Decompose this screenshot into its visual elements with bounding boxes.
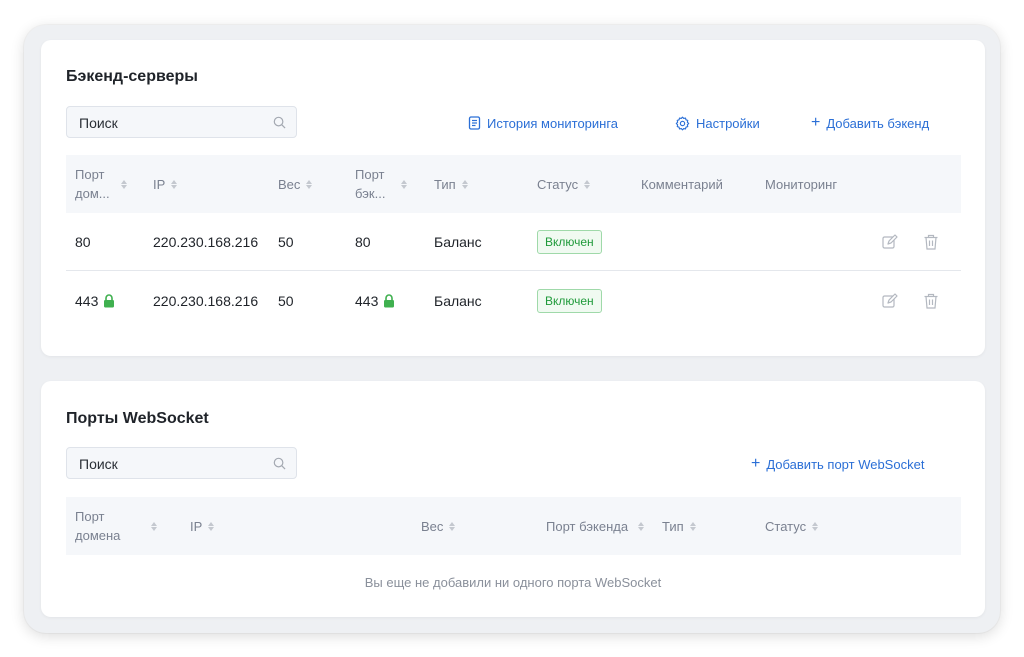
col-weight[interactable]: Вес [278,155,313,213]
websocket-table-header: Порт домена IP Вес Порт бэкенда Тип Стат… [66,497,961,555]
monitoring-history-label: История мониторинга [487,115,619,131]
sort-icon [449,521,456,531]
col-status[interactable]: Статус [765,497,819,555]
sort-icon [208,521,215,531]
sort-icon [689,521,696,531]
sort-icon [171,179,178,189]
trash-icon[interactable] [922,292,940,310]
col-backend-port[interactable]: Порт бэкенда [546,497,644,555]
search-icon [273,457,286,470]
table-row: 443 220.230.168.216 50 443 Баланс Включе… [66,272,961,330]
backend-servers-card: Бэкенд-серверы Поиск История мониторинга… [41,40,985,356]
sort-icon [401,179,407,189]
backend-table-header: Порт дом... IP Вес Порт бэк... Тип Стату… [66,155,961,213]
backend-section-title: Бэкенд-серверы [66,68,198,85]
settings-label: Настройки [696,115,760,131]
monitoring-history-button[interactable]: История мониторинга [468,113,618,133]
sort-icon [812,521,819,531]
websocket-ports-card: Порты WebSocket Поиск + Добавить порт We… [41,381,985,617]
lock-icon [384,294,395,308]
table-row: 80 220.230.168.216 50 80 Баланс Включен [66,213,961,271]
lock-icon [104,294,115,308]
status-badge: Включен [537,289,602,313]
sort-icon [584,179,591,189]
cell-weight: 50 [278,293,294,309]
col-type[interactable]: Тип [434,155,468,213]
sort-icon [638,521,644,531]
settings-button[interactable]: Настройки [675,113,760,133]
col-monitoring: Мониторинг [765,176,838,192]
cell-type: Баланс [434,293,482,309]
trash-icon[interactable] [922,233,940,251]
edit-icon[interactable] [881,233,899,251]
sort-icon [151,521,157,531]
gear-icon [675,116,690,130]
sort-icon [461,179,468,189]
col-domain-port[interactable]: Порт дом... [75,155,135,213]
plus-icon: + [811,114,821,131]
add-websocket-port-label: Добавить порт WebSocket [766,456,925,472]
cell-type: Баланс [434,234,482,250]
cell-ip: 220.230.168.216 [153,293,259,309]
cell-domain-port: 443 [75,272,115,330]
col-status[interactable]: Статус [537,155,591,213]
col-type[interactable]: Тип [662,497,696,555]
websocket-section-title: Порты WebSocket [66,410,209,427]
add-backend-button[interactable]: + Добавить бэкенд [811,113,929,133]
document-icon [468,116,481,130]
edit-icon[interactable] [881,292,899,310]
backend-search-placeholder: Поиск [79,115,118,131]
cell-status: Включен [537,272,602,330]
cell-backend-port: 80 [355,234,371,250]
backend-search-input[interactable]: Поиск [66,106,297,138]
empty-state-text: Вы еще не добавили ни одного порта WebSo… [364,575,662,590]
cell-weight: 50 [278,234,294,250]
cell-status: Включен [537,213,602,271]
search-icon [273,116,286,129]
status-badge: Включен [537,230,602,254]
col-ip[interactable]: IP [190,497,215,555]
add-backend-label: Добавить бэкенд [826,115,930,131]
sort-icon [121,179,127,189]
websocket-search-placeholder: Поиск [79,456,118,472]
cell-ip: 220.230.168.216 [153,234,259,250]
cell-domain-port: 80 [75,234,91,250]
sort-icon [306,179,313,189]
col-comment: Комментарий [641,176,723,192]
plus-icon: + [751,455,761,472]
col-backend-port[interactable]: Порт бэк... [355,155,415,213]
add-websocket-port-button[interactable]: + Добавить порт WebSocket [751,454,924,474]
col-ip[interactable]: IP [153,155,178,213]
col-domain-port[interactable]: Порт домена [75,497,157,555]
col-weight[interactable]: Вес [421,497,456,555]
cell-backend-port: 443 [355,272,395,330]
websocket-search-input[interactable]: Поиск [66,447,297,479]
